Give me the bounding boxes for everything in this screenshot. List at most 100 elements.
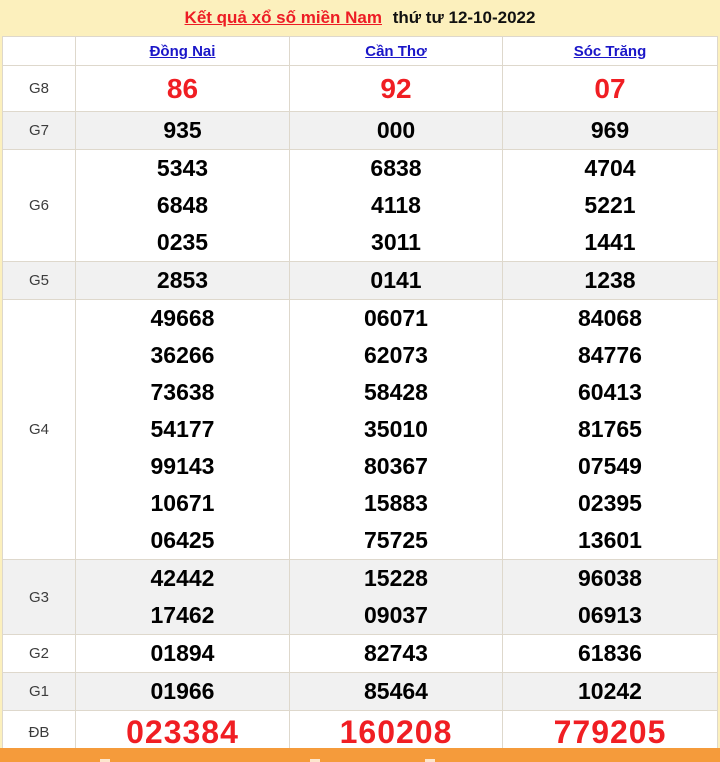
db-soc-trang-cell: 779205 [502,711,717,753]
result-number: 000 [290,112,502,149]
result-number: 06913 [503,597,717,634]
result-number: 42442 [76,560,289,597]
g2-can-tho-cell: 82743 [289,635,502,672]
result-number: 02395 [503,485,717,522]
result-number: 07 [503,66,717,111]
result-number: 82743 [290,635,502,672]
prize-label-g4: G4 [3,300,75,559]
g4-soc-trang-cell: 84068 84776 60413 81765 07549 02395 1360… [502,300,717,559]
g6-soc-trang-cell: 4704 5221 1441 [502,150,717,261]
result-number: 49668 [76,300,289,337]
result-number: 86 [76,66,289,111]
column-header-can-tho[interactable]: Cần Thơ [289,37,502,65]
g5-soc-trang-cell: 1238 [502,262,717,299]
result-number: 17462 [76,597,289,634]
prize-label-g1: G1 [3,673,75,710]
result-number: 6848 [76,187,289,224]
result-number: 58428 [290,374,502,411]
result-number: 36266 [76,337,289,374]
db-can-tho-cell: 160208 [289,711,502,753]
result-number: 1441 [503,224,717,261]
db-dong-nai-cell: 023384 [75,711,289,753]
title-bar: Kết quả xổ số miền Nam thứ tư 12-10-2022 [0,0,720,36]
result-number: 4704 [503,150,717,187]
result-number: 06071 [290,300,502,337]
result-number: 3011 [290,224,502,261]
result-number: 35010 [290,411,502,448]
g1-soc-trang-cell: 10242 [502,673,717,710]
prize-label-g7: G7 [3,112,75,149]
result-number: 85464 [290,673,502,710]
result-number: 779205 [503,711,717,753]
g6-dong-nai-cell: 5343 6848 0235 [75,150,289,261]
result-number: 935 [76,112,289,149]
prize-row-g7: G7 935 000 969 [3,112,717,150]
g7-dong-nai-cell: 935 [75,112,289,149]
column-header-dong-nai[interactable]: Đồng Nai [75,37,289,65]
result-number: 4118 [290,187,502,224]
prize-label-g3: G3 [3,560,75,634]
result-number: 969 [503,112,717,149]
result-number: 81765 [503,411,717,448]
result-number: 10242 [503,673,717,710]
lottery-results-page: Kết quả xổ số miền Nam thứ tư 12-10-2022… [0,0,720,762]
bottom-orange-bar [0,748,720,762]
g1-can-tho-cell: 85464 [289,673,502,710]
g3-can-tho-cell: 15228 09037 [289,560,502,634]
result-number: 07549 [503,448,717,485]
result-number: 06425 [76,522,289,559]
prize-row-g1: G1 01966 85464 10242 [3,673,717,711]
result-number: 0235 [76,224,289,261]
page-title-link[interactable]: Kết quả xổ số miền Nam [185,8,382,27]
result-number: 01966 [76,673,289,710]
prize-row-g5: G5 2853 0141 1238 [3,262,717,300]
prize-label-g5: G5 [3,262,75,299]
results-table: Đồng Nai Cần Thơ Sóc Trăng G8 86 92 07 G… [2,36,718,754]
result-number: 0141 [290,262,502,299]
result-number: 80367 [290,448,502,485]
prize-row-g6: G6 5343 6848 0235 6838 4118 3011 4704 52… [3,150,717,262]
prize-row-g4: G4 49668 36266 73638 54177 99143 10671 0… [3,300,717,560]
g2-dong-nai-cell: 01894 [75,635,289,672]
result-number: 62073 [290,337,502,374]
prize-row-g8: G8 86 92 07 [3,66,717,112]
g4-dong-nai-cell: 49668 36266 73638 54177 99143 10671 0642… [75,300,289,559]
result-number: 96038 [503,560,717,597]
result-number: 92 [290,66,502,111]
result-number: 09037 [290,597,502,634]
result-number: 61836 [503,635,717,672]
g8-soc-trang-cell: 07 [502,66,717,111]
g2-soc-trang-cell: 61836 [502,635,717,672]
result-number: 160208 [290,711,502,753]
result-number: 15883 [290,485,502,522]
result-number: 73638 [76,374,289,411]
result-number: 1238 [503,262,717,299]
g3-soc-trang-cell: 96038 06913 [502,560,717,634]
g5-can-tho-cell: 0141 [289,262,502,299]
result-number: 023384 [76,711,289,753]
result-number: 5343 [76,150,289,187]
result-number: 6838 [290,150,502,187]
result-number: 99143 [76,448,289,485]
result-number: 54177 [76,411,289,448]
column-header-soc-trang[interactable]: Sóc Trăng [502,37,717,65]
g7-soc-trang-cell: 969 [502,112,717,149]
prize-label-g6: G6 [3,150,75,261]
g5-dong-nai-cell: 2853 [75,262,289,299]
g4-can-tho-cell: 06071 62073 58428 35010 80367 15883 7572… [289,300,502,559]
prize-row-g3: G3 42442 17462 15228 09037 96038 06913 [3,560,717,635]
g1-dong-nai-cell: 01966 [75,673,289,710]
g8-can-tho-cell: 92 [289,66,502,111]
prize-label-db: ĐB [3,711,75,753]
result-number: 15228 [290,560,502,597]
table-header-row: Đồng Nai Cần Thơ Sóc Trăng [3,37,717,66]
result-number: 13601 [503,522,717,559]
corner-cell [3,37,75,65]
result-number: 10671 [76,485,289,522]
prize-label-g8: G8 [3,66,75,111]
result-number: 84776 [503,337,717,374]
g8-dong-nai-cell: 86 [75,66,289,111]
g7-can-tho-cell: 000 [289,112,502,149]
prize-row-g2: G2 01894 82743 61836 [3,635,717,673]
result-number: 75725 [290,522,502,559]
